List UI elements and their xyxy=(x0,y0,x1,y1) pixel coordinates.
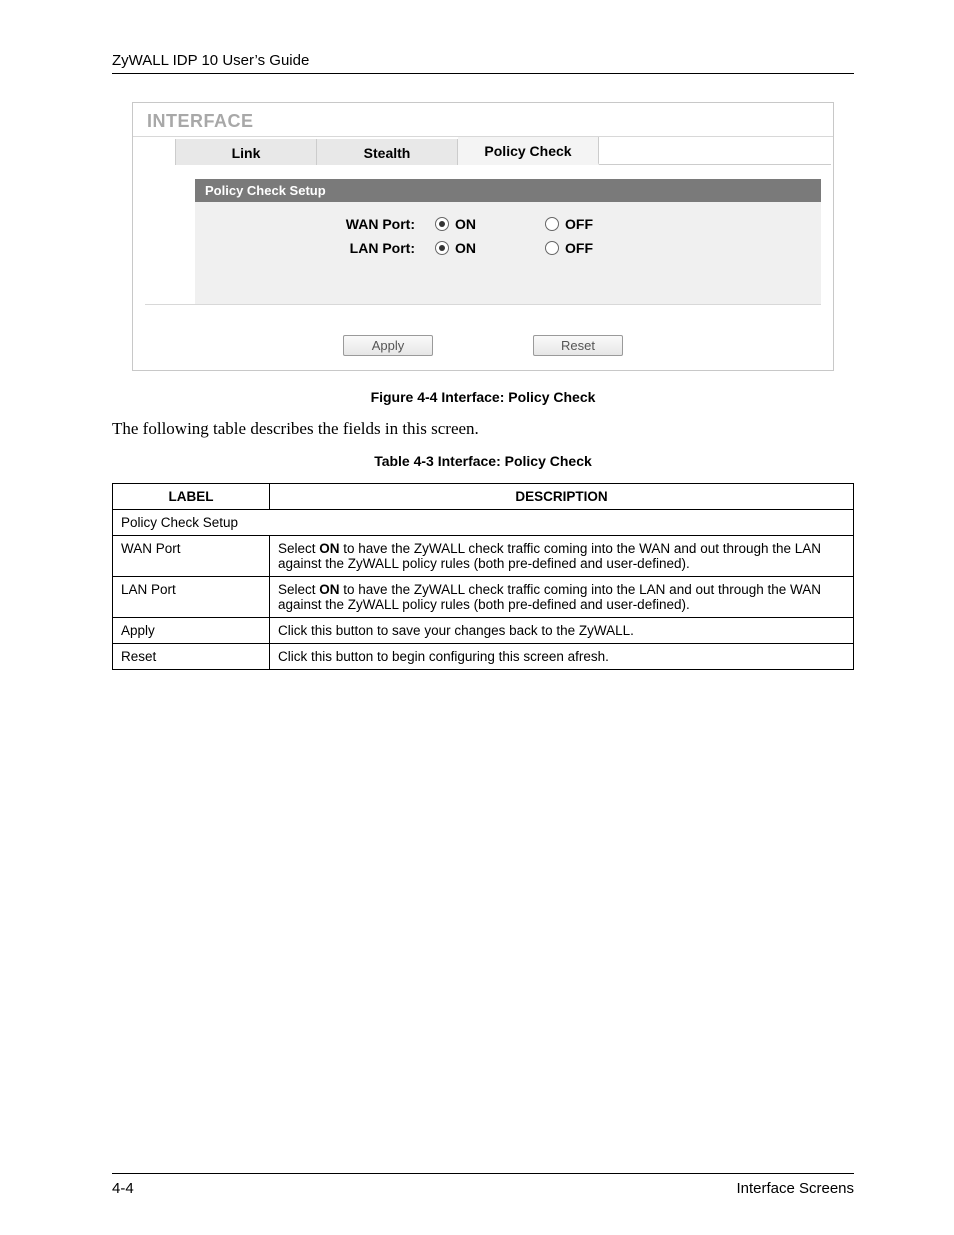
row-lan-port: LAN Port: ON OFF xyxy=(225,240,791,256)
radio-dot-icon xyxy=(435,217,449,231)
radio-dot-icon xyxy=(545,217,559,231)
tab-link[interactable]: Link xyxy=(175,139,317,165)
section-name: Interface Screens xyxy=(736,1180,854,1197)
tab-stealth[interactable]: Stealth xyxy=(317,139,458,165)
radio-off-label: OFF xyxy=(565,240,593,256)
form-area: WAN Port: ON OFF LAN Port: xyxy=(195,202,821,304)
th-desc: DESCRIPTION xyxy=(270,484,854,510)
cell-desc: Click this button to begin configuring t… xyxy=(270,644,854,670)
cell-desc: Select ON to have the ZyWALL check traff… xyxy=(270,536,854,577)
button-row: Apply Reset xyxy=(145,335,821,356)
footer-rule xyxy=(112,1173,854,1174)
th-label: LABEL xyxy=(113,484,270,510)
table-row: Reset Click this button to begin configu… xyxy=(113,644,854,670)
header-rule xyxy=(112,73,854,74)
table-row: WAN Port Select ON to have the ZyWALL ch… xyxy=(113,536,854,577)
radio-dot-icon xyxy=(545,241,559,255)
cell-label: LAN Port xyxy=(113,577,270,618)
cell-label: WAN Port xyxy=(113,536,270,577)
radio-lan-off[interactable]: OFF xyxy=(545,240,655,256)
radio-lan-on[interactable]: ON xyxy=(435,240,545,256)
cell-desc: Click this button to save your changes b… xyxy=(270,618,854,644)
figure-caption: Figure 4-4 Interface: Policy Check xyxy=(112,389,854,405)
tab-policy-check[interactable]: Policy Check xyxy=(458,137,599,165)
table-row: LAN Port Select ON to have the ZyWALL ch… xyxy=(113,577,854,618)
label-wan-port: WAN Port: xyxy=(225,216,435,232)
radio-on-label: ON xyxy=(455,216,476,232)
table-section-row: Policy Check Setup xyxy=(113,510,854,536)
table-row: Apply Click this button to save your cha… xyxy=(113,618,854,644)
radio-on-label: ON xyxy=(455,240,476,256)
table-caption: Table 4-3 Interface: Policy Check xyxy=(112,453,854,469)
label-lan-port: LAN Port: xyxy=(225,240,435,256)
interface-panel: INTERFACE Link Stealth Policy Check Poli… xyxy=(132,102,834,371)
radio-wan-on[interactable]: ON xyxy=(435,216,545,232)
reset-button[interactable]: Reset xyxy=(533,335,623,356)
row-wan-port: WAN Port: ON OFF xyxy=(225,216,791,232)
cell-label: Apply xyxy=(113,618,270,644)
description-table: LABEL DESCRIPTION Policy Check Setup WAN… xyxy=(112,483,854,670)
section-title: Policy Check Setup xyxy=(195,179,821,202)
cell-label: Reset xyxy=(113,644,270,670)
radio-off-label: OFF xyxy=(565,216,593,232)
form-divider xyxy=(145,304,821,305)
intro-text: The following table describes the fields… xyxy=(112,419,854,439)
cell-desc: Select ON to have the ZyWALL check traff… xyxy=(270,577,854,618)
apply-button[interactable]: Apply xyxy=(343,335,433,356)
radio-dot-icon xyxy=(435,241,449,255)
page-number: 4-4 xyxy=(112,1180,134,1197)
panel-title: INTERFACE xyxy=(133,109,833,136)
tab-filler xyxy=(599,163,831,165)
doc-header: ZyWALL IDP 10 User’s Guide xyxy=(112,52,854,69)
tab-bar: Link Stealth Policy Check xyxy=(135,137,831,165)
page-footer: 4-4 Interface Screens xyxy=(112,1173,854,1197)
radio-wan-off[interactable]: OFF xyxy=(545,216,655,232)
